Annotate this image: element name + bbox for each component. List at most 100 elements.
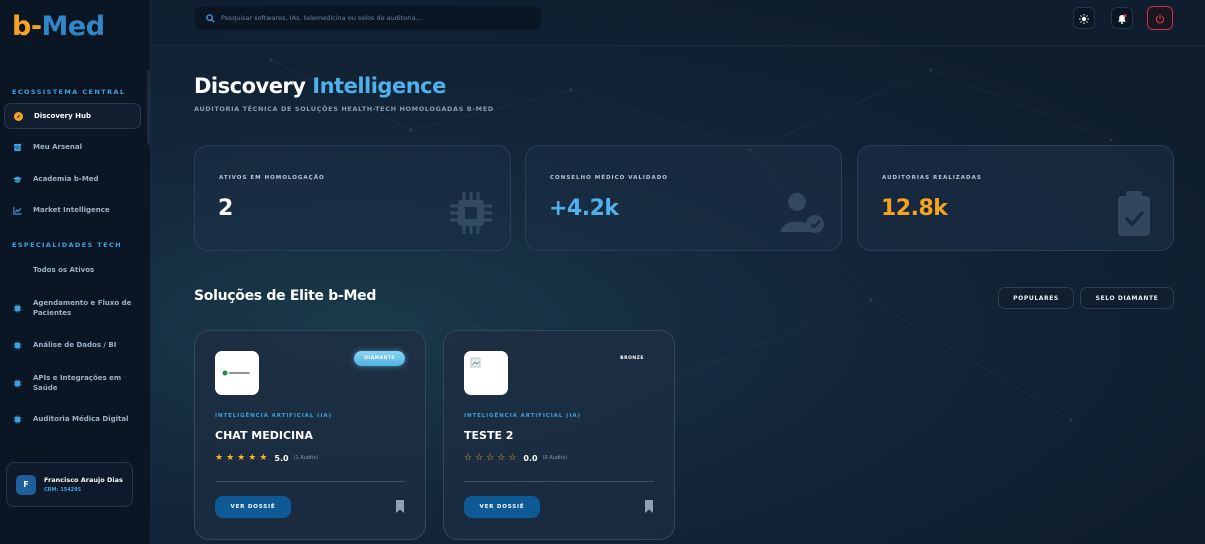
card-divider	[464, 481, 654, 482]
sidebar-item-label: Análise de Dados / BI	[33, 341, 117, 349]
stat-label: CONSELHO MÉDICO VALIDADO	[550, 175, 668, 181]
badge-bronze: BRONZE	[620, 356, 644, 361]
stat-card-conselho: CONSELHO MÉDICO VALIDADO +4.2k	[525, 145, 842, 251]
stat-card-auditorias: AUDITORIAS REALIZADAS 12.8k	[857, 145, 1174, 251]
sidebar-item-analise-dados[interactable]: Análise de Dados / BI	[4, 339, 141, 351]
star-outline-icon: ☆	[475, 453, 484, 463]
rating-audits: (0 Audits)	[542, 455, 567, 461]
section-title: Soluções de Elite b-Med	[194, 288, 377, 304]
product-logo	[215, 351, 259, 395]
filter-populares-button[interactable]: POPULARES	[998, 287, 1074, 309]
stat-value: 2	[218, 196, 233, 221]
avatar: F	[16, 474, 36, 495]
sidebar-item-discovery-hub[interactable]: Discovery Hub	[4, 103, 141, 129]
sidebar-item-todos-ativos[interactable]: Todos os Ativos	[4, 264, 141, 276]
logout-button[interactable]	[1147, 6, 1173, 30]
sidebar-item-label: Auditoria Médica Digital	[33, 415, 129, 423]
star-icon: ★	[215, 453, 224, 463]
solution-card[interactable]: BRONZE INTELIGÊNCIA ARTIFICIAL (IA) TEST…	[443, 330, 675, 540]
compass-icon	[14, 111, 23, 121]
badge-diamante: DIAMANTE	[354, 351, 405, 366]
star-outline-icon: ☆	[464, 453, 473, 463]
sidebar-section-tech: ESPECIALIDADES TECH	[12, 241, 122, 249]
power-icon	[1155, 9, 1165, 28]
sidebar-item-label: APIs e Integrações em Saúde	[33, 374, 122, 392]
chip-icon	[13, 303, 22, 313]
main-content: Pesquisar softwares, IAs, telemedicina o…	[151, 0, 1205, 544]
chip-icon	[13, 340, 22, 350]
sidebar-item-market-intelligence[interactable]: Market Intelligence	[4, 203, 141, 217]
card-category: INTELIGÊNCIA ARTIFICIAL (IA)	[464, 413, 581, 419]
user-check-icon	[781, 193, 824, 233]
sidebar-item-meu-arsenal[interactable]: Meu Arsenal	[4, 140, 141, 154]
solution-card[interactable]: DIAMANTE INTELIGÊNCIA ARTIFICIAL (IA) CH…	[194, 330, 426, 540]
star-icon: ★	[259, 453, 268, 463]
notifications-button[interactable]	[1111, 7, 1133, 29]
card-divider	[215, 481, 405, 482]
chip-icon	[13, 414, 22, 424]
user-crm: CRM: 154295	[44, 487, 82, 493]
sidebar-item-academia[interactable]: Academia b-Med	[4, 172, 141, 186]
theme-toggle-button[interactable]	[1073, 7, 1095, 29]
sidebar-item-label: Market Intelligence	[33, 206, 110, 214]
bell-icon	[1117, 9, 1127, 28]
sidebar-item-label: Agendamento e Fluxo de Pacientes	[33, 299, 132, 317]
logo-part-b: b-	[12, 11, 42, 42]
sidebar-section-central: ECOSSISTEMA CENTRAL	[12, 88, 126, 96]
star-icon: ★	[237, 453, 246, 463]
stat-value: +4.2k	[549, 196, 619, 221]
sidebar-item-label: Discovery Hub	[34, 112, 91, 120]
page-title-main: Discovery	[194, 74, 306, 98]
sun-icon	[1079, 9, 1089, 28]
chip-icon	[450, 192, 492, 234]
clipboard-check-icon	[1118, 191, 1150, 236]
card-rating: ☆ ☆ ☆ ☆ ☆ 0.0 (0 Audits)	[464, 453, 567, 463]
view-dossier-button[interactable]: VER DOSSIÊ	[464, 496, 540, 518]
bookmark-icon[interactable]	[395, 500, 405, 513]
card-title: TESTE 2	[464, 429, 514, 442]
page-title: Discovery Intelligence	[194, 74, 446, 98]
bookmark-icon[interactable]	[644, 500, 654, 513]
logo-part-med: Med	[41, 11, 106, 42]
sidebar-scrollbar[interactable]	[147, 70, 150, 145]
sidebar-item-apis-integracoes[interactable]: APIs e Integrações em Saúde	[4, 371, 141, 395]
user-profile-card[interactable]: F Francisco Araujo Dias CRM: 154295	[6, 462, 133, 507]
filter-selo-diamante-button[interactable]: SELO DIAMANTE	[1080, 287, 1174, 309]
chart-line-icon	[13, 206, 22, 215]
search-input[interactable]: Pesquisar softwares, IAs, telemedicina o…	[221, 14, 422, 22]
star-outline-icon: ☆	[497, 453, 506, 463]
star-icon: ★	[226, 453, 235, 463]
user-name: Francisco Araujo Dias	[44, 476, 123, 484]
stat-card-ativos: ATIVOS EM HOMOLOGAÇÃO 2	[194, 145, 511, 251]
star-icon: ★	[248, 453, 257, 463]
top-bar: Pesquisar softwares, IAs, telemedicina o…	[151, 0, 1205, 46]
search-bar[interactable]: Pesquisar softwares, IAs, telemedicina o…	[195, 6, 541, 30]
rating-audits: (1 Audits)	[293, 455, 318, 461]
sidebar: b-Med ECOSSISTEMA CENTRAL Discovery Hub …	[0, 0, 151, 544]
view-dossier-button[interactable]: VER DOSSIÊ	[215, 496, 291, 518]
star-outline-icon: ☆	[486, 453, 495, 463]
page-title-accent: Intelligence	[312, 74, 446, 98]
card-category: INTELIGÊNCIA ARTIFICIAL (IA)	[215, 413, 332, 419]
chip-icon	[13, 378, 22, 388]
search-icon	[206, 13, 215, 23]
sidebar-item-auditoria-medica[interactable]: Auditoria Médica Digital	[4, 413, 141, 425]
product-logo	[464, 351, 508, 395]
stat-label: ATIVOS EM HOMOLOGAÇÃO	[219, 175, 325, 181]
sidebar-item-label: Meu Arsenal	[33, 143, 83, 151]
card-rating: ★ ★ ★ ★ ★ 5.0 (1 Audits)	[215, 453, 318, 463]
rating-score: 0.0	[523, 453, 538, 463]
sidebar-item-label: Academia b-Med	[33, 175, 99, 183]
sidebar-item-agendamento[interactable]: Agendamento e Fluxo de Pacientes	[4, 296, 141, 320]
graduation-cap-icon	[13, 175, 22, 184]
brand-logo[interactable]: b-Med	[12, 10, 105, 44]
page-subtitle: AUDITORIA TÉCNICA DE SOLUÇÕES HEALTH-TEC…	[194, 105, 494, 113]
sidebar-item-label: Todos os Ativos	[33, 266, 95, 274]
blank-icon	[13, 266, 22, 275]
box-icon	[13, 143, 22, 152]
stat-label: AUDITORIAS REALIZADAS	[882, 175, 982, 181]
stat-value: 12.8k	[881, 196, 948, 221]
rating-score: 5.0	[274, 453, 289, 463]
card-title: CHAT MEDICINA	[215, 429, 313, 442]
star-outline-icon: ☆	[508, 453, 517, 463]
